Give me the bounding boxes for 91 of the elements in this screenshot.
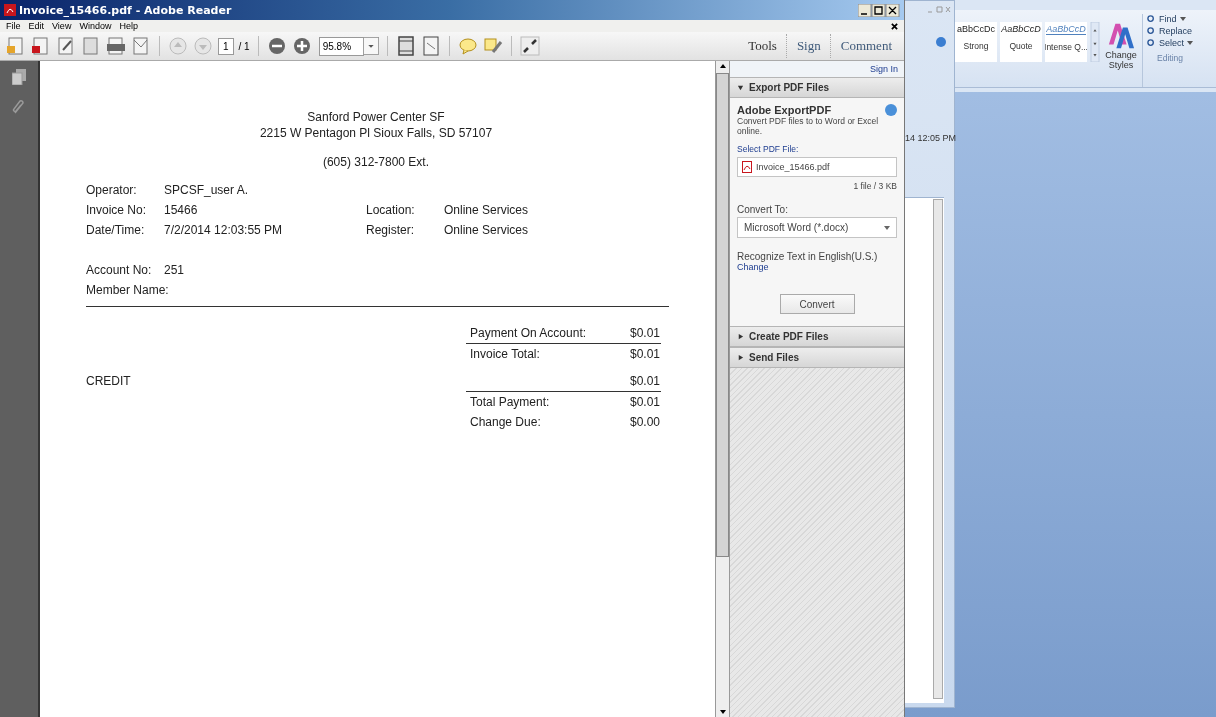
change-styles-button[interactable]: Change Styles [1103,22,1139,87]
field-label: Select PDF File: [737,144,800,154]
field-label: Location: [366,203,416,217]
field-label: Operator: [86,183,138,197]
panel-heading: Adobe ExportPDF [737,104,832,116]
zoom-field[interactable]: 95.8% [318,36,365,56]
style-preset[interactable]: AaBbCcD Quote [1000,22,1042,62]
change-link[interactable]: Change [737,262,897,272]
print-icon[interactable] [106,36,126,56]
summary-label: Payment On Account: [470,326,587,340]
tender-label: CREDIT [86,374,131,388]
pdf-file-icon [742,161,752,173]
change-styles-icon [1107,22,1135,50]
close-icon[interactable] [891,22,898,30]
edit-document-icon[interactable] [56,36,76,56]
field-value: SPCSF_user A. [164,183,250,197]
amount: $0.01 [630,326,661,340]
style-preset[interactable]: aBbCcDc Strong [955,22,997,62]
caret-icon [737,333,744,340]
page-number-field[interactable]: 1 [218,37,234,55]
field-value: 15466 [164,203,199,217]
fit-page-icon[interactable] [396,36,417,56]
summary-label: Change Due: [470,415,541,429]
field-label: Register: [366,223,416,237]
section-header[interactable]: Send Files [730,347,904,368]
description: Convert PDF files to to Word or Excel online. [737,116,880,136]
menu-item[interactable]: Edit [28,21,45,31]
fit-width-icon[interactable] [421,36,442,56]
section-header[interactable]: Export PDF Files [730,77,904,98]
save-icon[interactable] [81,36,101,56]
company-line: Sanford Power Center SF [307,109,445,125]
field-label: Convert To: [737,205,789,215]
window-title: Invoice_15466.pdf - Adobe Reader [19,3,232,17]
section-header[interactable]: Create PDF Files [730,326,904,347]
zoom-in-icon[interactable] [291,36,312,56]
caret-icon [737,84,744,91]
field-value: 251 [164,263,186,277]
pages-icon[interactable] [12,69,26,85]
caret-icon [1187,41,1193,45]
language-note: Recognize Text in English(U.S.) [737,252,879,262]
summary-label: Total Payment: [470,395,550,409]
pdf-document-icon[interactable] [31,36,51,56]
email-icon[interactable] [131,36,151,56]
phone-number: (605) 312-7800 Ext. [321,155,431,169]
field-value: 7/2/2014 12:03:55 PM [164,223,284,237]
scrollbar[interactable] [933,199,943,699]
help-icon[interactable] [885,104,897,116]
pdf-app-icon [4,4,16,16]
field-label: Date/Time: [86,223,146,237]
page-total: / 1 [238,40,250,52]
amount: $0.00 [630,415,661,429]
pane-tab[interactable]: Sign [792,38,825,54]
company-line: 2215 W Pentagon Pl Sioux Falls, SD 57107 [259,125,493,141]
create-document-icon[interactable] [6,36,26,56]
paperclip-icon[interactable] [12,99,26,115]
field-label: Account No: [86,263,153,277]
window-controls-icon[interactable] [858,3,900,17]
field-label: Invoice No: [86,203,148,217]
help-icon[interactable] [936,37,946,47]
menu-item[interactable]: View [52,21,72,31]
summary-label: Invoice Total: [470,347,540,361]
editing-command[interactable]: Replace [1147,26,1193,36]
sign-in-link[interactable]: Sign In [869,64,898,74]
file-field[interactable]: Invoice_15466.pdf [737,157,897,177]
convert-button[interactable]: Convert [779,294,855,314]
timestamp: 14 12:05 PM [905,133,957,143]
amount: $0.01 [630,395,661,409]
editing-command[interactable]: Select [1147,38,1193,48]
scrollbar[interactable] [715,61,729,717]
amount: $0.01 [630,347,661,361]
expand-icon[interactable] [520,36,541,56]
dropdown-icon[interactable] [363,36,380,56]
zoom-out-icon[interactable] [266,36,287,56]
editing-command[interactable]: Find [1147,14,1193,24]
style-preset[interactable]: AaBbCcD Intense Q... [1045,22,1087,62]
amount: $0.01 [630,374,661,388]
pane-tab[interactable]: Comment [836,38,896,54]
caret-icon [737,354,744,361]
field-value: Online Services [444,223,530,237]
field-value: Online Services [444,203,530,217]
caret-icon [884,225,890,230]
menu-item[interactable]: File [6,21,21,31]
menu-item[interactable]: Window [79,21,112,31]
comment-icon[interactable] [458,36,479,56]
format-dropdown[interactable]: Microsoft Word (*.docx) [737,217,897,238]
group-label: Editing [1156,53,1184,63]
caret-icon [1179,17,1186,21]
menu-item[interactable]: Help [119,21,138,31]
pane-tab[interactable]: Tools [744,38,781,54]
file-info: 1 file / 3 KB [852,181,897,191]
gallery-scroll-icon[interactable] [1090,22,1100,62]
